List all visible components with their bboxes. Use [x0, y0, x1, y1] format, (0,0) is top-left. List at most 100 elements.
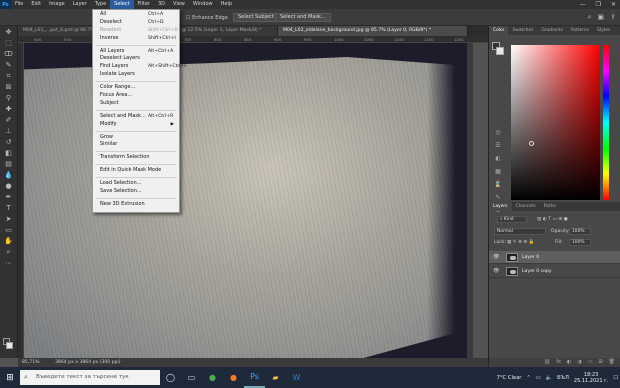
path-select-tool-icon[interactable]: ➤ — [3, 214, 15, 224]
layer-kind-filter[interactable]: ⌕ Kind — [497, 216, 527, 223]
blend-mode-select[interactable]: Normal — [494, 228, 546, 235]
restore-icon[interactable]: ❐ — [596, 0, 601, 9]
menu-window[interactable]: Window — [189, 0, 217, 9]
panel-tab-layers[interactable]: Layers — [489, 202, 512, 211]
select-menu-item[interactable]: All Ctrl+A — [93, 11, 179, 19]
filter-icons[interactable]: ▨ ◐ T ▭ ⊞ ● — [537, 217, 568, 222]
visibility-eye-icon[interactable]: 👁 — [493, 268, 499, 274]
enhance-edge-checkbox[interactable]: ☐ Enhance Edge — [186, 15, 228, 21]
select-menu-item[interactable]: All Layers Alt+Ctrl+A — [93, 48, 179, 56]
gradient-tool-icon[interactable]: ▤ — [3, 159, 15, 169]
move-tool-icon[interactable]: ✥ — [3, 27, 15, 37]
photoshop-taskbar-icon[interactable]: Ps — [244, 367, 265, 388]
menu-filter[interactable]: Filter — [134, 0, 154, 9]
marquee-tool-icon[interactable]: ⬚ — [3, 38, 15, 48]
brush-tool-icon[interactable]: ✐ — [3, 115, 15, 125]
layer-row[interactable]: 👁 Layer 0 copy — [489, 265, 620, 278]
zoom-level[interactable]: 85,71% — [22, 360, 40, 365]
file-explorer-icon[interactable]: ▰ — [265, 367, 286, 388]
select-menu-item[interactable]: Focus Area... — [93, 92, 179, 100]
stamp-tool-icon[interactable]: ⊥ — [3, 126, 15, 136]
healing-tool-icon[interactable]: ✚ — [3, 104, 15, 114]
crop-tool-icon[interactable]: ⌗ — [3, 71, 15, 81]
menu-help[interactable]: Help — [217, 0, 236, 9]
document-canvas[interactable] — [24, 43, 467, 358]
task-switch-icon[interactable]: ▭ — [181, 367, 202, 388]
select-menu-item[interactable]: Modify ▶ — [93, 121, 179, 129]
volume-icon[interactable]: 🔈 — [546, 375, 552, 381]
panel-tab-gradients[interactable]: Gradients — [537, 26, 566, 35]
document-tab[interactable]: M04_L02_oldelane_background.jpg @ 85.7% … — [278, 26, 468, 36]
libraries-icon[interactable]: ☰ — [491, 139, 505, 152]
hue-slider[interactable] — [603, 45, 609, 200]
pen-tool-icon[interactable]: ✒ — [3, 192, 15, 202]
eyedropper-tool-icon[interactable]: ⚲ — [3, 93, 15, 103]
history-icon[interactable]: ⌛ — [491, 178, 505, 191]
select-menu-item[interactable]: Color Range... — [93, 84, 179, 92]
select-and-mask-button[interactable]: Select and Mask... — [275, 13, 331, 22]
menu-3d[interactable]: 3D — [154, 0, 169, 9]
panel-tab-color[interactable]: Color — [489, 26, 509, 35]
taskbar-search-box[interactable]: ⌕ Въведете текст за търсене тук — [20, 370, 160, 385]
panel-tab-styles[interactable]: Styles — [593, 26, 614, 35]
notifications-icon[interactable]: ☐ — [613, 375, 618, 381]
firefox-icon[interactable]: ● — [223, 367, 244, 388]
select-menu-item[interactable]: Find Layers Alt+Shift+Ctrl+F — [93, 63, 187, 71]
vertical-scrollbar[interactable] — [467, 43, 473, 358]
color-picker-handle[interactable] — [529, 141, 534, 146]
color-picker-field[interactable] — [511, 45, 600, 200]
menu-image[interactable]: Image — [45, 0, 69, 9]
panel-background-swatch[interactable] — [496, 47, 504, 55]
select-menu-item[interactable]: Similar — [93, 141, 179, 149]
select-menu-item[interactable]: Transform Selection — [93, 154, 179, 162]
select-menu-item[interactable]: Inverse Shift+Ctrl+I — [93, 35, 179, 43]
zoom-tool-icon[interactable]: ⌕ — [3, 247, 15, 257]
properties-icon[interactable]: ▦ — [491, 165, 505, 178]
menu-view[interactable]: View — [169, 0, 189, 9]
menu-select[interactable]: Select — [110, 0, 134, 9]
eraser-tool-icon[interactable]: ◧ — [3, 148, 15, 158]
opacity-input[interactable]: 100% — [569, 228, 591, 235]
close-icon[interactable]: ✕ — [611, 0, 616, 9]
adjustment-layer-icon[interactable]: ◑ — [577, 358, 581, 367]
blur-tool-icon[interactable]: 💧 — [3, 170, 15, 180]
more-tools-icon[interactable]: ⋯ — [3, 258, 15, 268]
search-icon[interactable]: ⌕ — [588, 13, 592, 22]
mask-icon[interactable]: ◐ — [567, 358, 571, 367]
fx-icon[interactable]: fx — [556, 358, 561, 367]
adjustments-icon[interactable]: ◐ — [491, 152, 505, 165]
history-brush-icon[interactable]: ↺ — [3, 137, 15, 147]
menu-type[interactable]: Type — [91, 0, 110, 9]
rectangle-tool-icon[interactable]: ▭ — [3, 225, 15, 235]
dodge-tool-icon[interactable]: ● — [3, 181, 15, 191]
select-menu-item[interactable]: New 3D Extrusion — [93, 201, 179, 209]
fill-input[interactable]: 100% — [569, 239, 591, 246]
delete-layer-icon[interactable]: 🗑 — [609, 358, 615, 367]
select-menu-item[interactable]: Select and Mask... Alt+Ctrl+R — [93, 113, 179, 121]
language-indicator[interactable]: БЪЛ — [557, 375, 569, 381]
network-icon[interactable]: ▭ — [536, 375, 541, 381]
layer-row[interactable]: 👁 Layer 0 — [489, 251, 620, 264]
minimize-icon[interactable]: — — [580, 0, 586, 9]
share-icon[interactable]: ⇪ — [610, 13, 616, 22]
photoshop-logo[interactable]: Ps — [0, 0, 11, 9]
background-color-swatch[interactable] — [6, 342, 13, 349]
frame-tool-icon[interactable]: ⊠ — [3, 82, 15, 92]
menu-edit[interactable]: Edit — [27, 0, 45, 9]
lasso-tool-icon[interactable]: ↀ — [3, 49, 15, 59]
learn-icon[interactable]: ◎ — [491, 126, 505, 139]
group-icon[interactable]: ▭ — [588, 358, 593, 367]
select-menu-item[interactable]: Edit in Quick Mask Mode — [93, 167, 179, 175]
quick-select-tool-icon[interactable]: ✎ — [3, 60, 15, 70]
clock[interactable]: 18:23 25.11.2021 г. — [574, 372, 608, 384]
select-menu-item[interactable]: Deselect Ctrl+D — [93, 19, 179, 27]
select-menu-item[interactable]: Deselect Layers — [93, 55, 179, 63]
task-view-icon[interactable]: ◯ — [160, 367, 181, 388]
new-layer-icon[interactable]: ⊞ — [598, 358, 602, 367]
word-icon[interactable]: W — [286, 367, 307, 388]
select-menu-item[interactable]: Grow — [93, 134, 179, 142]
panel-tab-channels[interactable]: Channels — [512, 202, 540, 211]
weather-status[interactable]: 7°C Clear — [497, 375, 522, 381]
panel-tab-paths[interactable]: Paths — [540, 202, 560, 211]
chrome-icon[interactable]: ● — [202, 367, 223, 388]
